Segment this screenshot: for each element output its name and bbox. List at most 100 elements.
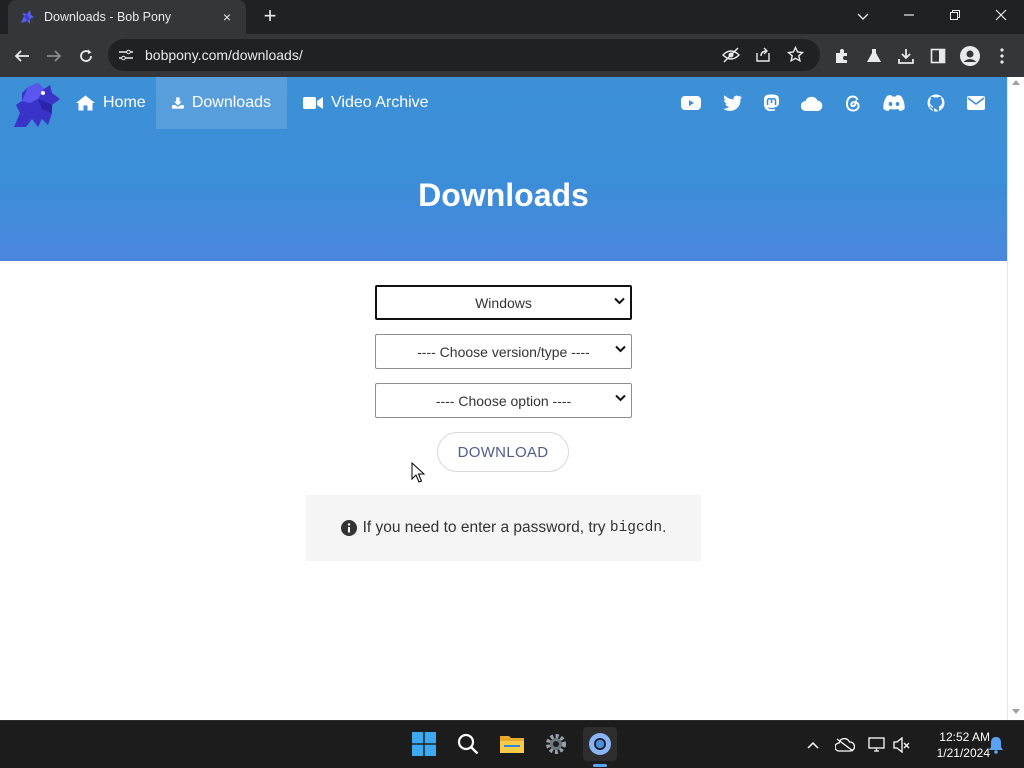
reload-icon <box>80 49 92 62</box>
tab-strip: Downloads - Bob Pony × + <box>0 0 1024 34</box>
kebab-menu-icon <box>1000 48 1004 64</box>
youtube-link[interactable] <box>680 93 702 113</box>
search-icon <box>457 733 479 755</box>
clock-time: 12:52 AM <box>939 730 990 744</box>
address-bar[interactable]: bobpony.com/downloads/ <box>108 39 820 71</box>
hero-banner: Home Downloads Video Archive Downloads <box>0 77 1007 261</box>
discord-link[interactable] <box>882 93 906 113</box>
new-tab-button[interactable]: + <box>258 5 282 29</box>
browser-toolbar: bobpony.com/downloads/ <box>0 34 1024 77</box>
bob-pony-logo[interactable] <box>8 79 64 131</box>
nav-home[interactable]: Home <box>60 77 162 129</box>
version-select-value: ---- Choose version/type ---- <box>417 343 590 360</box>
chrome-icon <box>589 733 611 755</box>
password-notice: If you need to enter a password, try big… <box>306 495 701 561</box>
option-select-value: ---- Choose option ---- <box>435 392 572 409</box>
onedrive-button[interactable] <box>835 735 855 755</box>
tab-search-button[interactable] <box>840 4 886 28</box>
file-explorer-icon <box>500 736 524 753</box>
back-button[interactable] <box>8 42 36 70</box>
cloud-icon <box>801 96 823 111</box>
network-icon <box>868 737 885 752</box>
twitter-link[interactable] <box>721 93 743 113</box>
nav-downloads-label: Downloads <box>191 94 271 111</box>
url-text: bobpony.com/downloads/ <box>145 47 303 63</box>
clock-date: 1/21/2024 <box>936 746 990 760</box>
discord-icon <box>883 95 905 111</box>
labs-button[interactable] <box>860 42 888 70</box>
side-panel-button[interactable] <box>924 42 952 70</box>
downloads-button[interactable] <box>892 42 920 70</box>
chevron-down-icon <box>614 297 625 305</box>
nav-downloads[interactable]: Downloads <box>156 77 287 129</box>
show-hidden-icons-button[interactable] <box>803 735 823 755</box>
cloud-link[interactable] <box>800 93 824 113</box>
close-window-button[interactable] <box>978 4 1024 28</box>
network-button[interactable] <box>867 735 887 755</box>
puzzle-icon <box>836 49 847 63</box>
bob-pony-favicon <box>21 10 34 24</box>
mastodon-icon <box>763 94 779 112</box>
youtube-icon <box>681 96 701 110</box>
arrow-left-icon <box>14 50 29 62</box>
scroll-up-icon[interactable] <box>1012 80 1020 85</box>
side-panel-icon <box>930 48 946 64</box>
download-icon <box>172 97 184 109</box>
tab-title: Downloads - Bob Pony <box>44 10 172 24</box>
tab-close-icon[interactable]: × <box>218 9 236 25</box>
minimize-icon <box>904 14 914 16</box>
notice-period: . <box>662 519 667 536</box>
version-select[interactable]: ---- Choose version/type ---- <box>375 334 632 369</box>
threads-icon <box>846 95 860 112</box>
restore-button[interactable] <box>932 4 978 28</box>
mail-icon <box>967 96 985 110</box>
site-info-icon[interactable] <box>118 48 134 62</box>
scroll-down-icon[interactable] <box>1012 709 1020 714</box>
extensions-button[interactable] <box>828 42 856 70</box>
nav-home-label: Home <box>103 94 146 111</box>
start-button[interactable] <box>407 727 441 761</box>
windows-start-icon <box>412 732 436 756</box>
threads-link[interactable] <box>842 93 864 113</box>
forward-button[interactable] <box>40 42 68 70</box>
os-select[interactable]: Windows <box>375 285 632 320</box>
chrome-taskbar-button[interactable] <box>583 727 617 767</box>
nav-video-archive[interactable]: Video Archive <box>287 77 445 129</box>
avatar-icon <box>960 46 980 66</box>
share-icon[interactable] <box>755 47 771 63</box>
email-link[interactable] <box>965 93 987 113</box>
home-icon <box>76 95 95 111</box>
option-select[interactable]: ---- Choose option ---- <box>375 383 632 418</box>
eye-off-icon[interactable] <box>722 47 740 63</box>
arrow-right-icon <box>47 50 62 62</box>
github-icon <box>927 94 945 112</box>
minimize-button[interactable] <box>886 4 932 28</box>
menu-button[interactable] <box>988 42 1016 70</box>
reload-button[interactable] <box>72 42 100 70</box>
system-clock[interactable]: 12:52 AM 1/21/2024 <box>918 729 990 761</box>
browser-tab[interactable]: Downloads - Bob Pony × <box>8 0 246 34</box>
volume-button[interactable] <box>892 735 912 755</box>
active-app-indicator <box>593 764 607 767</box>
mastodon-link[interactable] <box>760 93 782 113</box>
page-title: Downloads <box>418 177 589 213</box>
notifications-button[interactable] <box>986 735 1006 755</box>
page-scrollbar[interactable] <box>1007 77 1024 720</box>
settings-button[interactable] <box>539 727 573 761</box>
download-icon <box>898 49 914 64</box>
site-navbar: Home Downloads Video Archive <box>0 77 1007 129</box>
profile-button[interactable] <box>956 42 984 70</box>
github-link[interactable] <box>925 93 947 113</box>
taskbar-search-button[interactable] <box>451 727 485 761</box>
mouse-cursor-icon <box>411 462 425 483</box>
volume-muted-icon <box>893 737 910 753</box>
bookmark-star-icon[interactable] <box>787 46 804 63</box>
file-explorer-button[interactable] <box>495 727 529 761</box>
chevron-down-icon <box>857 13 869 20</box>
windows-taskbar: 12:52 AM 1/21/2024 <box>0 720 1024 768</box>
close-icon <box>995 9 1007 21</box>
nav-video-archive-label: Video Archive <box>331 94 429 111</box>
settings-icon <box>546 734 566 754</box>
download-button[interactable]: DOWNLOAD <box>437 432 569 472</box>
chevron-down-icon <box>615 394 626 402</box>
